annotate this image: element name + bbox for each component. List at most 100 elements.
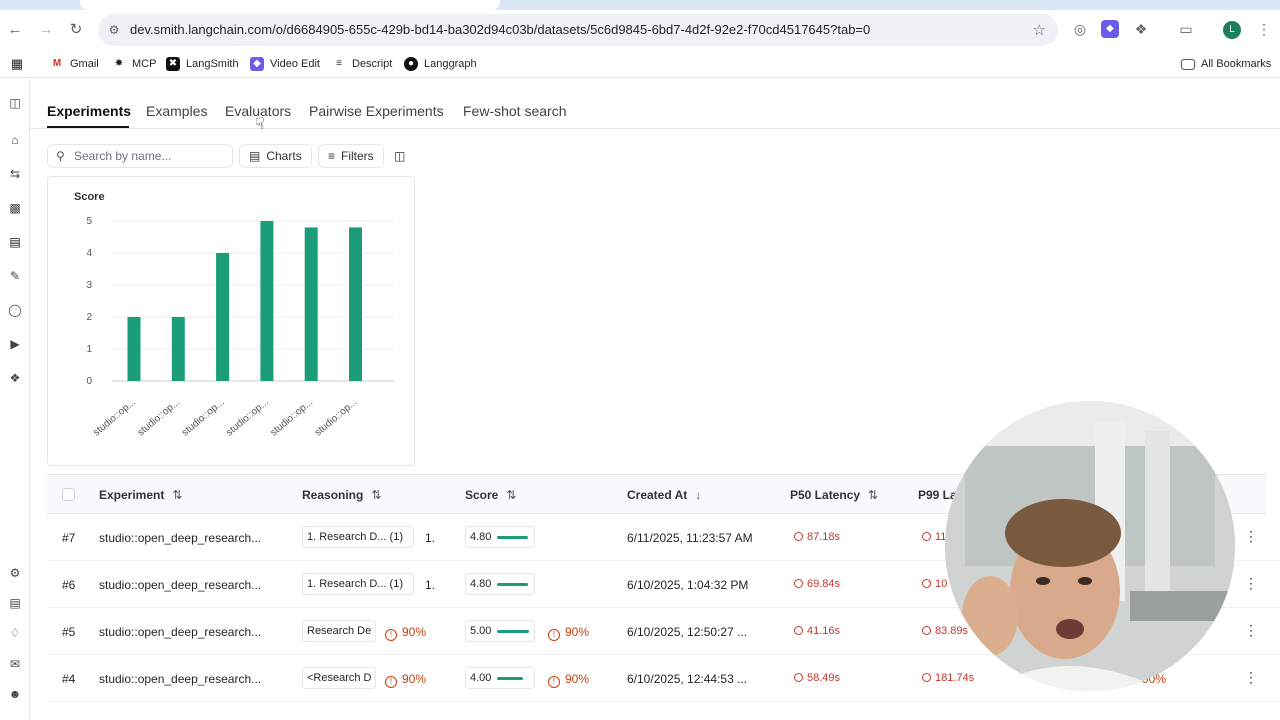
clock-icon — [922, 579, 931, 588]
y-tick-label: 0 — [86, 376, 92, 387]
home-icon[interactable]: ⌂ — [7, 132, 23, 148]
tab-pairwise-experiments[interactable]: Pairwise Experiments — [309, 103, 444, 119]
sort-icon[interactable]: ⇅ — [371, 488, 381, 502]
warning-icon: ! — [548, 676, 560, 688]
sort-icon[interactable]: ⇅ — [506, 488, 516, 502]
reload-icon[interactable]: ↻ — [65, 20, 87, 40]
row-menu-icon[interactable]: ⋮ — [1244, 528, 1258, 545]
forward-icon[interactable]: → — [35, 20, 57, 40]
column-created-at[interactable]: Created At ↓ — [627, 488, 701, 502]
tab-experiments[interactable]: Experiments — [47, 103, 131, 119]
experiment-name[interactable]: studio::open_deep_research... — [99, 531, 261, 545]
profile-avatar[interactable]: L — [1223, 21, 1241, 39]
bookmark-langgraph[interactable]: ● Langgraph — [404, 55, 477, 73]
back-icon[interactable]: ← — [4, 20, 26, 40]
bar — [171, 317, 185, 381]
extension-purple-icon[interactable]: ◆ — [1101, 20, 1119, 38]
all-bookmarks[interactable]: All Bookmarks — [1181, 55, 1271, 73]
column-p50-latency[interactable]: P50 Latency ⇅ — [790, 488, 878, 502]
bookmark-langsmith[interactable]: ✖ LangSmith — [166, 55, 239, 73]
reasoning-extra: 1. — [425, 531, 436, 545]
url-text[interactable]: dev.smith.langchain.com/o/d6684905-655c-… — [130, 22, 870, 37]
bookmark-star-icon[interactable]: ☆ — [1033, 21, 1046, 39]
puzzle-icon[interactable]: ❖ — [1132, 20, 1150, 38]
y-tick-label: 5 — [86, 216, 92, 227]
charts-button[interactable]: ▤ Charts — [239, 144, 312, 168]
p99-latency: 83.89s — [922, 625, 968, 637]
bookmark-descript[interactable]: ≡ Descript — [332, 55, 392, 73]
bookmark-mcp[interactable]: ✸ MCP — [112, 55, 157, 73]
score-bar — [497, 629, 530, 633]
filters-button[interactable]: ≡ Filters — [318, 144, 384, 168]
bookmark-video-edit[interactable]: ◆ Video Edit — [250, 55, 320, 73]
select-all-checkbox[interactable] — [62, 488, 75, 501]
clock-icon — [794, 626, 803, 635]
score-pill[interactable]: 4.80 — [465, 526, 535, 548]
reasoning-pill[interactable]: <Research D — [302, 667, 376, 689]
warning-icon: ! — [385, 676, 397, 688]
p50-latency: 69.84s — [794, 578, 840, 590]
search-box[interactable]: ⚲ — [47, 144, 233, 168]
experiment-name[interactable]: studio::open_deep_research... — [99, 578, 261, 592]
notifications-icon[interactable]: ♢ — [7, 625, 23, 641]
presenter-webcam-overlay — [945, 401, 1235, 691]
reasoning-pill[interactable]: Research De — [302, 620, 376, 642]
experiment-name[interactable]: studio::open_deep_research... — [99, 625, 261, 639]
clock-icon — [794, 673, 803, 682]
tab-examples[interactable]: Examples — [146, 103, 207, 119]
created-at: 6/10/2025, 1:04:32 PM — [627, 578, 749, 592]
score-pill[interactable]: 4.80 — [465, 573, 535, 595]
bar — [304, 227, 318, 381]
bar — [216, 253, 230, 381]
x-tick-label: studio::op... — [136, 397, 183, 439]
search-input[interactable] — [74, 148, 226, 164]
score-pill[interactable]: 4.00 — [465, 667, 535, 689]
site-info-icon[interactable]: ⚙ — [106, 22, 122, 38]
columns-button[interactable]: ◫ — [389, 144, 410, 168]
dashboards-icon[interactable]: ▩ — [7, 200, 23, 216]
datasets-icon[interactable]: ▤ — [7, 234, 23, 250]
clock-icon — [922, 532, 931, 541]
column-p99-latency[interactable]: P99 La — [918, 488, 957, 502]
cast-icon[interactable]: ▭ — [1177, 20, 1195, 38]
column-experiment[interactable]: Experiment ⇅ — [99, 488, 182, 502]
account-icon[interactable]: ☻ — [7, 686, 23, 702]
tracing-icon[interactable]: ⇆ — [7, 166, 23, 182]
row-menu-icon[interactable]: ⋮ — [1244, 575, 1258, 592]
prompts-icon[interactable]: ◯ — [7, 302, 23, 318]
reasoning-pill[interactable]: 1. Research D... (1) — [302, 526, 414, 548]
y-tick-label: 4 — [86, 248, 92, 259]
clock-icon — [794, 532, 803, 541]
y-tick-label: 3 — [86, 280, 92, 291]
docs-icon[interactable]: ▤ — [7, 595, 23, 611]
score-pill[interactable]: 5.00 — [465, 620, 535, 642]
deployments-icon[interactable]: ❖ — [7, 370, 23, 386]
sort-icon[interactable]: ⇅ — [868, 488, 878, 502]
gmail-icon: M — [52, 58, 62, 69]
extension-icon[interactable]: ◎ — [1071, 20, 1089, 38]
reasoning-extra: 1. — [425, 578, 436, 592]
reasoning-pill[interactable]: 1. Research D... (1) — [302, 573, 414, 595]
x-tick-label: studio::op... — [268, 397, 315, 439]
apps-grid-icon[interactable]: ▦ — [10, 55, 24, 73]
sort-desc-icon[interactable]: ↓ — [695, 488, 701, 502]
settings-icon[interactable]: ⚙ — [7, 565, 23, 581]
y-tick-label: 2 — [86, 312, 92, 323]
annotation-icon[interactable]: ✎ — [7, 268, 23, 284]
row-menu-icon[interactable]: ⋮ — [1244, 622, 1258, 639]
playground-icon[interactable]: ▶ — [7, 336, 23, 352]
tab-few-shot-search[interactable]: Few-shot search — [463, 103, 566, 119]
experiment-name[interactable]: studio::open_deep_research... — [99, 672, 261, 686]
bookmark-gmail[interactable]: M Gmail — [50, 55, 99, 73]
column-reasoning[interactable]: Reasoning ⇅ — [302, 488, 381, 502]
address-bar[interactable]: ⚙ dev.smith.langchain.com/o/d6684905-655… — [98, 14, 1058, 46]
browser-active-tab[interactable] — [80, 0, 500, 10]
row-menu-icon[interactable]: ⋮ — [1244, 669, 1258, 686]
created-at: 6/10/2025, 12:50:27 ... — [627, 625, 748, 639]
mail-icon[interactable]: ✉ — [7, 656, 23, 672]
sidebar-toggle-icon[interactable]: ◫ — [7, 95, 23, 111]
column-score[interactable]: Score ⇅ — [465, 488, 516, 502]
sort-icon[interactable]: ⇅ — [172, 488, 182, 502]
menu-dots-icon[interactable]: ⋮ — [1255, 20, 1273, 38]
left-nav-rail: ◫ ⌂ ⇆ ▩ ▤ ✎ ◯ ▶ ❖ ⚙ ▤ ♢ ✉ ☻ — [0, 79, 30, 720]
